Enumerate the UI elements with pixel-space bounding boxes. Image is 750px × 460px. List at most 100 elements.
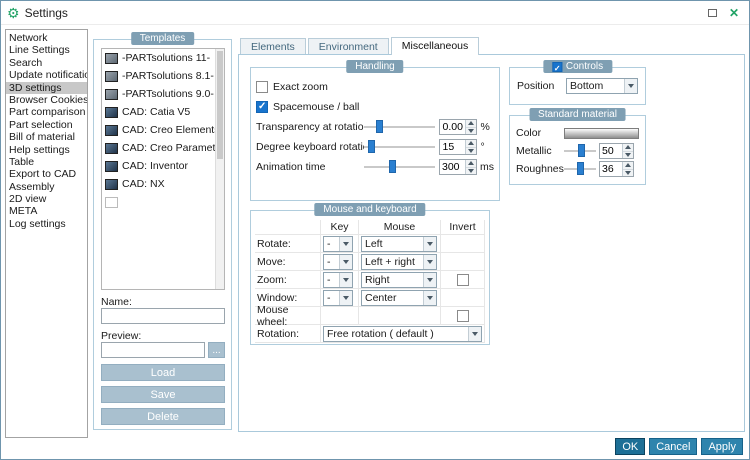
transparency-slider[interactable] bbox=[364, 120, 436, 134]
sidebar-item-table[interactable]: Table bbox=[6, 156, 87, 168]
chevron-down-icon[interactable] bbox=[423, 272, 436, 287]
transparency-value-input[interactable] bbox=[440, 120, 466, 134]
chevron-down-icon[interactable] bbox=[423, 290, 436, 305]
spin-down-icon[interactable] bbox=[623, 150, 633, 158]
sidebar-item-update-notification[interactable]: Update notification bbox=[6, 69, 87, 81]
templates-group: Templates -PARTsolutions 11- -PARTsoluti… bbox=[93, 32, 232, 430]
sidebar-item-assembly[interactable]: Assembly bbox=[6, 181, 87, 193]
zoom-invert-checkbox[interactable] bbox=[456, 273, 469, 286]
template-item[interactable]: CAD: Catia V5 bbox=[102, 103, 224, 121]
sidebar-item-part-comparison[interactable]: Part comparison bbox=[6, 106, 87, 118]
delete-button[interactable]: Delete bbox=[101, 408, 225, 425]
slider-handle[interactable] bbox=[578, 144, 586, 157]
tab-miscellaneous[interactable]: Miscellaneous bbox=[390, 37, 480, 55]
mouse-wheel-key-cell bbox=[321, 307, 359, 325]
sidebar-item-log-settings[interactable]: Log settings bbox=[6, 218, 87, 230]
spin-down-icon[interactable] bbox=[466, 166, 476, 174]
mouse-wheel-invert-checkbox[interactable] bbox=[456, 309, 469, 322]
roughness-spinner bbox=[599, 161, 634, 177]
zoom-mouse-value: Right bbox=[365, 273, 390, 286]
metallic-slider[interactable] bbox=[564, 144, 596, 158]
degree-value-input[interactable] bbox=[440, 140, 466, 154]
slider-handle[interactable] bbox=[389, 160, 397, 173]
slider-handle[interactable] bbox=[368, 140, 376, 153]
zoom-key-dropdown[interactable]: - bbox=[323, 271, 353, 288]
sidebar-item-help-settings[interactable]: Help settings bbox=[6, 144, 87, 156]
sidebar-item-export-to-cad[interactable]: Export to CAD bbox=[6, 168, 87, 180]
rotation-dropdown[interactable]: Free rotation ( default ) bbox=[323, 325, 482, 342]
sidebar-item-bill-of-material[interactable]: Bill of material bbox=[6, 131, 87, 143]
move-key-dropdown[interactable]: - bbox=[323, 253, 353, 270]
templates-list[interactable]: -PARTsolutions 11- -PARTsolutions 8.1- -… bbox=[101, 48, 225, 290]
animation-value-input[interactable] bbox=[440, 160, 465, 174]
spin-down-icon[interactable] bbox=[466, 146, 477, 154]
ok-button[interactable]: OK bbox=[615, 438, 646, 455]
controls-checkbox[interactable] bbox=[551, 61, 562, 75]
close-button[interactable]: ✕ bbox=[729, 6, 739, 20]
save-button[interactable]: Save bbox=[101, 386, 225, 403]
sidebar-item-3d-settings[interactable]: 3D settings bbox=[6, 81, 87, 94]
template-item[interactable] bbox=[102, 193, 224, 211]
slider-groove bbox=[363, 166, 435, 168]
window-title: Settings bbox=[24, 5, 68, 20]
window-key-dropdown[interactable]: - bbox=[323, 289, 353, 306]
templates-scrollbar[interactable] bbox=[215, 49, 224, 289]
animation-slider[interactable] bbox=[363, 160, 435, 174]
template-item[interactable]: CAD: Inventor bbox=[102, 157, 224, 175]
chevron-down-icon[interactable] bbox=[339, 254, 352, 269]
template-item[interactable]: CAD: Creo Parametric bbox=[102, 139, 224, 157]
browse-button[interactable]: ... bbox=[208, 342, 225, 358]
metallic-value-input[interactable] bbox=[600, 144, 622, 158]
mouse-keyboard-group-title: Mouse and keyboard bbox=[314, 203, 426, 216]
chevron-down-icon[interactable] bbox=[423, 236, 436, 251]
sidebar-item-part-selection[interactable]: Part selection bbox=[6, 119, 87, 131]
sidebar-item-search[interactable]: Search bbox=[6, 57, 87, 69]
sidebar-item-line-settings[interactable]: Line Settings bbox=[6, 44, 87, 56]
maximize-button[interactable] bbox=[707, 8, 717, 17]
rotation-value: Free rotation ( default ) bbox=[327, 327, 434, 340]
preview-input[interactable] bbox=[101, 342, 205, 358]
spacemouse-checkbox[interactable] bbox=[256, 101, 268, 113]
monitor-icon bbox=[105, 124, 118, 136]
apply-button[interactable]: Apply bbox=[701, 438, 743, 455]
animation-spinner bbox=[439, 159, 477, 175]
tab-elements[interactable]: Elements bbox=[240, 38, 306, 55]
exact-zoom-checkbox[interactable] bbox=[256, 81, 268, 93]
roughness-slider[interactable] bbox=[564, 162, 596, 176]
template-item[interactable]: -PARTsolutions 11- bbox=[102, 49, 224, 67]
sidebar-item-network[interactable]: Network bbox=[6, 32, 87, 44]
name-input[interactable] bbox=[101, 308, 225, 324]
chevron-down-icon[interactable] bbox=[339, 272, 352, 287]
template-item[interactable]: -PARTsolutions 9.0- bbox=[102, 85, 224, 103]
spin-down-icon[interactable] bbox=[623, 168, 633, 176]
template-item[interactable]: -PARTsolutions 8.1- bbox=[102, 67, 224, 85]
slider-handle[interactable] bbox=[375, 120, 383, 133]
chevron-down-icon[interactable] bbox=[468, 326, 481, 341]
degree-slider[interactable] bbox=[364, 140, 436, 154]
chevron-down-icon[interactable] bbox=[339, 236, 352, 251]
scrollbar-thumb[interactable] bbox=[217, 51, 223, 159]
chevron-down-icon[interactable] bbox=[624, 79, 637, 93]
template-item[interactable]: CAD: NX bbox=[102, 175, 224, 193]
color-swatch[interactable] bbox=[564, 127, 639, 139]
rotate-key-dropdown[interactable]: - bbox=[323, 235, 353, 252]
sidebar-item-browser-cookies[interactable]: Browser Cookies bbox=[6, 94, 87, 106]
sidebar-item-2d-view[interactable]: 2D view bbox=[6, 193, 87, 205]
move-mouse-dropdown[interactable]: Left + right bbox=[361, 253, 437, 270]
slider-handle[interactable] bbox=[576, 162, 584, 175]
position-dropdown[interactable]: Bottom bbox=[566, 78, 638, 94]
window-key-value: - bbox=[327, 291, 331, 304]
cancel-button[interactable]: Cancel bbox=[649, 438, 698, 455]
templates-group-title: Templates bbox=[130, 32, 195, 45]
sidebar-item-meta[interactable]: META bbox=[6, 205, 87, 217]
zoom-mouse-dropdown[interactable]: Right bbox=[361, 271, 437, 288]
chevron-down-icon[interactable] bbox=[339, 290, 352, 305]
window-mouse-dropdown[interactable]: Center bbox=[361, 289, 437, 306]
tab-environment[interactable]: Environment bbox=[307, 38, 389, 55]
spin-down-icon[interactable] bbox=[466, 126, 477, 134]
template-item[interactable]: CAD: Creo Elements/Direc bbox=[102, 121, 224, 139]
roughness-value-input[interactable] bbox=[600, 162, 622, 176]
load-button[interactable]: Load bbox=[101, 364, 225, 381]
chevron-down-icon[interactable] bbox=[423, 254, 436, 269]
rotate-mouse-dropdown[interactable]: Left bbox=[361, 235, 437, 252]
